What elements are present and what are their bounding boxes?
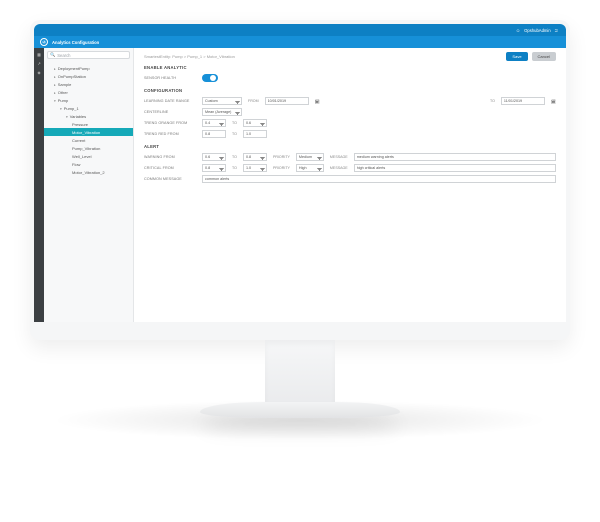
tree-node-well-level[interactable]: Well_Level <box>44 152 133 160</box>
input-critical-to[interactable]: 1.0 <box>243 164 267 172</box>
input-warning-from[interactable]: 0.6 <box>202 153 226 161</box>
label-priority-critical: PRIORITY <box>273 166 290 170</box>
cancel-button[interactable]: Cancel <box>532 52 556 61</box>
nav-icon-grid[interactable]: ▦ <box>36 51 42 57</box>
tree-node-current[interactable]: Current <box>44 136 133 144</box>
select-centerline[interactable]: Mean (Average) <box>202 108 242 116</box>
label-message-warning: MESSAGE <box>330 155 348 159</box>
calendar-from-icon[interactable]: 🗓 <box>315 99 320 104</box>
label-to-warning: To <box>232 155 237 159</box>
label-to-orange: To <box>232 121 237 125</box>
label-common-message: COMMON MESSAGE <box>144 177 196 181</box>
input-trend-orange-from[interactable]: 0.4 <box>202 119 226 127</box>
tree-node-flow[interactable]: Flow <box>44 160 133 168</box>
nav-icon-tag[interactable]: ◈ <box>36 69 42 75</box>
page-title: Analytics Configuration <box>52 40 99 45</box>
label-priority-warning: PRIORITY <box>273 155 290 159</box>
input-common-message[interactable] <box>202 175 556 183</box>
label-from: FROM <box>248 99 259 103</box>
label-message-critical: MESSAGE <box>330 166 348 170</box>
label-sensor-health: SENSOR HEALTH <box>144 76 196 80</box>
select-critical-priority[interactable]: High <box>296 164 324 172</box>
input-trend-red-to[interactable] <box>243 130 267 138</box>
section-configuration: CONFIGURATION <box>144 88 556 93</box>
user-icon: ☺ <box>516 28 520 33</box>
label-warning: WARNING FROM <box>144 155 196 159</box>
sidebar: 🔍 Search DeploymentPump OnPumpStation Sa… <box>44 48 134 322</box>
input-critical-message[interactable] <box>354 164 556 172</box>
section-enable-analytic: ENABLE ANALYTIC <box>144 65 556 70</box>
toggle-sensor-health[interactable] <box>202 74 218 82</box>
nav-icon-expand[interactable]: ↗ <box>36 60 42 66</box>
label-trend-red: TREND RED FROM <box>144 132 196 136</box>
input-trend-red-from[interactable] <box>202 130 226 138</box>
input-trend-orange-to[interactable]: 0.6 <box>243 119 267 127</box>
tree-node-motor-vibration[interactable]: Motor_Vibration <box>44 128 133 136</box>
logout-icon[interactable]: ⎋ <box>555 28 558 33</box>
tree-node-deploymentpump[interactable]: DeploymentPump <box>44 64 133 72</box>
label-critical: CRITICAL FROM <box>144 166 196 170</box>
search-placeholder: Search <box>57 53 70 58</box>
tree-node-variables[interactable]: Variables <box>44 112 133 120</box>
tree-node-onpumpstation[interactable]: OnPumpStation <box>44 72 133 80</box>
section-alert: ALERT <box>144 144 556 149</box>
tree-node-other[interactable]: Other <box>44 88 133 96</box>
breadcrumb: SmartestEntity: Pump > Pump_1 > Motor_Vi… <box>144 54 556 59</box>
save-button[interactable]: Save <box>506 52 527 61</box>
search-input[interactable]: 🔍 Search <box>47 51 130 59</box>
label-trend-orange: TREND ORANGE FROM <box>144 121 196 125</box>
input-critical-from[interactable]: 0.8 <box>202 164 226 172</box>
search-icon: 🔍 <box>50 52 55 58</box>
input-warning-message[interactable] <box>354 153 556 161</box>
select-warning-priority[interactable]: Medium <box>296 153 324 161</box>
tree-node-pump[interactable]: Pump <box>44 96 133 104</box>
label-learning-range: LEARNING DATE RANGE <box>144 99 196 103</box>
label-to-date: TO <box>490 99 495 103</box>
tree-node-pressure[interactable]: Pressure <box>44 120 133 128</box>
brand-logo: ㎇ <box>40 38 48 46</box>
label-to-critical: To <box>232 166 237 170</box>
tree-node-motor-vibration-2[interactable]: Motor_Vibration_2 <box>44 168 133 176</box>
input-warning-to[interactable]: 0.8 <box>243 153 267 161</box>
calendar-to-icon[interactable]: 🗓 <box>551 99 556 104</box>
label-centerline: CENTERLINE <box>144 110 196 114</box>
select-learning-range-type[interactable]: Custom <box>202 97 242 105</box>
input-date-to[interactable] <box>501 97 545 105</box>
main-panel: Save Cancel SmartestEntity: Pump > Pump_… <box>134 48 566 322</box>
tree-node-sample[interactable]: Sample <box>44 80 133 88</box>
tree-node-pump-vibration[interactable]: Pump_Vibration <box>44 144 133 152</box>
input-date-from[interactable] <box>265 97 309 105</box>
tree-node-pump1[interactable]: Pump_1 <box>44 104 133 112</box>
user-label[interactable]: OpshubAdmin <box>524 28 551 33</box>
nav-rail: ▦ ↗ ◈ <box>34 48 44 322</box>
label-to-red: To <box>232 132 237 136</box>
